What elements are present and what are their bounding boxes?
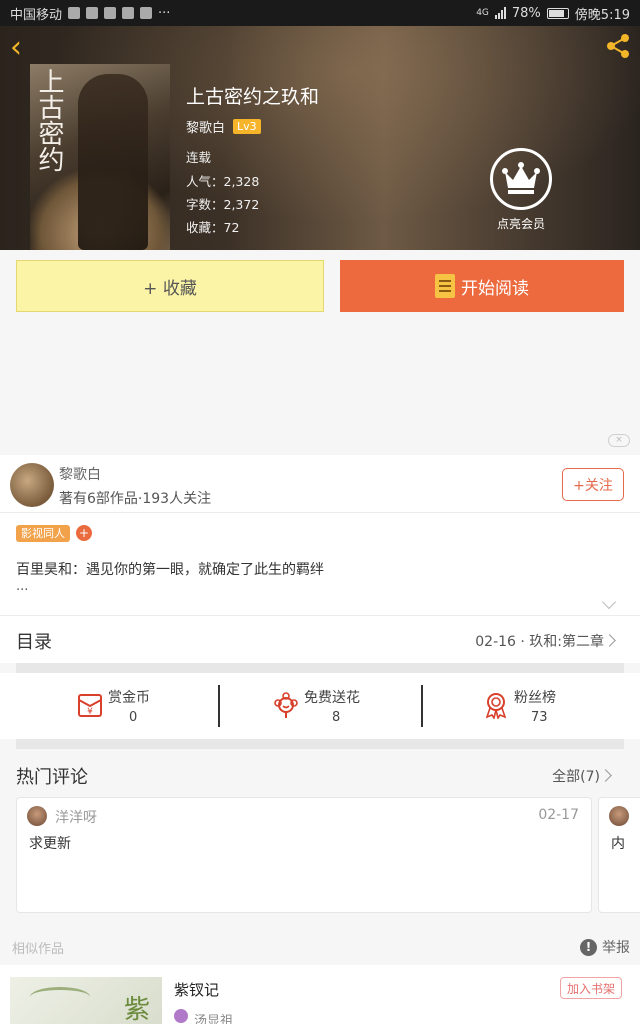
carrier-label: 中国移动 <box>10 7 63 23</box>
section-divider <box>16 739 624 749</box>
network-type-label: 4G <box>476 8 489 18</box>
section-divider <box>16 663 624 673</box>
report-label: 举报 <box>602 940 630 956</box>
add-tag-button[interactable]: + <box>76 525 92 541</box>
commenter-avatar <box>609 806 629 826</box>
svg-text:¥: ¥ <box>87 707 93 717</box>
favorites-stat: 收藏：72 <box>186 220 240 235</box>
action-bar: + 收藏 开始阅读 <box>0 250 640 326</box>
start-reading-label: 开始阅读 <box>461 278 529 299</box>
hot-comments: 热门评论 全部(7) 洋洋呀 02-17 求更新 内 <box>0 749 640 929</box>
status-bar: 中国移动 ··· 4G 78% 傍晚5:19 <box>0 0 640 26</box>
report-button[interactable]: ! 举报 <box>580 937 630 957</box>
battery-percent: 78% <box>511 5 541 21</box>
collect-button[interactable]: + 收藏 <box>16 260 324 312</box>
crown-icon <box>490 148 552 210</box>
serial-status: 连载 <box>186 150 212 165</box>
word-count-stat: 字数：2,372 <box>186 197 260 212</box>
comment-date: 02-17 <box>538 807 579 823</box>
send-flower-stat[interactable]: 免费送花 8 <box>270 673 470 739</box>
medal-icon <box>485 693 507 719</box>
start-reading-button[interactable]: 开始阅读 <box>340 260 624 312</box>
book-intro: 影视同人 + 百里昊和：遇见你的第一眼，就确定了此生的羁绊 ... <box>0 513 640 615</box>
commenter-avatar <box>27 806 47 826</box>
stat-divider <box>421 685 423 727</box>
send-flower-label: 免费送花 <box>304 690 360 706</box>
cover-figure-art <box>78 74 148 250</box>
cover-title: 上古密约 <box>34 68 64 172</box>
similar-works-header: 相似作品 ! 举报 <box>0 929 640 965</box>
similar-book-title: 紫钗记 <box>174 981 220 999</box>
fan-rank-stat[interactable]: 粉丝榜 73 <box>480 673 640 739</box>
latest-chapter: 02-16 · 玖和:第二章 <box>475 634 604 650</box>
intro-ellipsis: ... <box>16 579 29 594</box>
author-row: 黎歌白 Lv3 <box>186 117 261 136</box>
expand-chevron-icon[interactable] <box>601 594 617 610</box>
level-badge: Lv3 <box>233 119 261 134</box>
vip-button[interactable]: 点亮会员 <box>489 148 553 232</box>
share-icon[interactable] <box>604 32 632 60</box>
comment-card[interactable]: 洋洋呀 02-17 求更新 <box>16 797 592 913</box>
chevron-right-icon[interactable] <box>599 769 612 782</box>
genre-tag[interactable]: 影视同人 <box>16 525 70 542</box>
similar-book-item[interactable]: 紫 紫钗记 汤显祖 加入书架 <box>0 965 640 1024</box>
comment-card[interactable]: 内 <box>598 797 640 913</box>
gold-coins-value: 0 <box>129 710 138 725</box>
similar-book-cover[interactable]: 紫 <box>10 977 162 1024</box>
comment-text: 求更新 <box>29 836 71 852</box>
clock: 傍晚5:19 <box>574 7 630 23</box>
similar-cover-char: 紫 <box>124 995 151 1024</box>
flower-icon <box>274 692 298 718</box>
chevron-right-icon <box>603 634 616 647</box>
author-name[interactable]: 黎歌白 <box>186 117 225 136</box>
battery-fill <box>548 9 565 17</box>
vip-label: 点亮会员 <box>496 217 545 231</box>
popularity-stat: 人气：2,328 <box>186 174 260 189</box>
comment-text: 内 <box>611 836 625 852</box>
qq-notification-icon <box>140 7 153 19</box>
similar-author-avatar <box>174 1009 188 1023</box>
wechat-notification-icon <box>122 7 135 19</box>
follow-button[interactable]: +关注 <box>562 468 624 501</box>
author-card-name[interactable]: 黎歌白 <box>59 464 101 484</box>
red-envelope-icon: ¥ <box>78 694 102 717</box>
toc-row[interactable]: 目录 02-16 · 玖和:第二章 <box>0 615 640 663</box>
signal-icon <box>494 7 506 19</box>
stat-divider <box>218 685 220 727</box>
mail-notification-icon <box>104 7 117 19</box>
send-flower-value: 8 <box>332 710 341 725</box>
author-card: 黎歌白 著有6部作品·193人关注 +关注 <box>0 455 640 513</box>
ad-close-button[interactable]: × <box>608 434 630 447</box>
cover-leaf-art <box>30 987 90 1007</box>
more-notifications-icon: ··· <box>158 5 171 21</box>
battery-icon <box>546 7 569 19</box>
stats-row: ¥ 赏金币 0 免费送花 8 粉丝榜 73 <box>0 673 640 739</box>
book-title: 上古密约之玖和 <box>186 86 320 108</box>
fan-rank-label: 粉丝榜 <box>514 690 556 706</box>
gold-coins-stat[interactable]: ¥ 赏金币 0 <box>70 673 270 739</box>
fan-rank-value: 73 <box>531 710 548 725</box>
app-notification-icon <box>68 7 81 19</box>
all-comments-link[interactable]: 全部(7) <box>552 766 600 786</box>
book-cover[interactable]: 上古密约 <box>30 64 170 250</box>
gold-coins-label: 赏金币 <box>108 690 150 706</box>
commenter-name: 洋洋呀 <box>55 810 97 826</box>
book-header: ‹ 上古密约 上古密约之玖和 黎歌白 Lv3 连载 人气：2,328 字数：2,… <box>0 26 640 250</box>
author-avatar[interactable] <box>10 463 54 507</box>
intro-text: 百里昊和：遇见你的第一眼，就确定了此生的羁绊 <box>16 562 324 578</box>
warning-icon: ! <box>580 938 597 956</box>
add-to-shelf-button[interactable]: 加入书架 <box>560 977 622 999</box>
hot-comments-title: 热门评论 <box>16 767 88 788</box>
similar-works-title: 相似作品 <box>12 942 65 957</box>
back-icon[interactable]: ‹ <box>10 33 34 63</box>
toc-title: 目录 <box>16 632 52 653</box>
book-icon <box>435 274 455 298</box>
similar-book-author: 汤显祖 <box>194 1014 234 1024</box>
author-card-meta: 著有6部作品·193人关注 <box>59 491 212 507</box>
app-notification-icon <box>86 7 99 19</box>
